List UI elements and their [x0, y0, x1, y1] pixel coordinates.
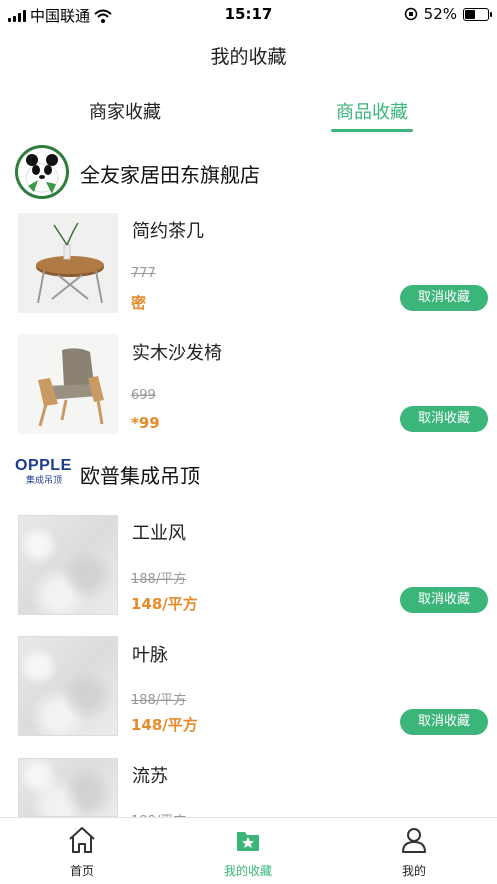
tab-product-favorites[interactable]: 商品收藏 — [302, 98, 442, 124]
tab-merchant-favorites[interactable]: 商家收藏 — [55, 98, 195, 124]
store-name[interactable]: 全友家居田东旗舰店 — [80, 159, 260, 188]
product-thumbnail[interactable] — [18, 515, 118, 615]
tabbar-home[interactable]: 首页 — [22, 826, 142, 879]
product-thumbnail[interactable] — [18, 758, 118, 817]
product-thumbnail[interactable] — [18, 334, 118, 434]
tabbar-favorites[interactable]: 我的收藏 — [188, 826, 308, 879]
home-icon — [69, 827, 95, 853]
battery-icon — [463, 7, 492, 21]
product-name[interactable]: 实木沙发椅 — [132, 339, 222, 365]
product-thumbnail[interactable] — [18, 213, 118, 313]
tabbar-profile-label: 我的 — [401, 864, 426, 878]
product-thumbnail[interactable] — [18, 636, 118, 736]
active-tab-indicator — [331, 129, 413, 132]
current-price: 148/平方 — [131, 595, 198, 613]
tabbar-home-label: 首页 — [69, 864, 94, 878]
store-name[interactable]: 欧普集成吊顶 — [80, 460, 200, 489]
original-price: 699 — [131, 388, 156, 403]
favorites-icon — [237, 832, 259, 851]
tabbar-favorites-label: 我的收藏 — [223, 864, 272, 878]
cancel-favorite-button[interactable]: 取消收藏 — [400, 709, 488, 735]
store-logo-panda[interactable] — [14, 144, 70, 200]
current-price: *99 — [131, 414, 160, 432]
original-price: 188/平方 — [131, 693, 187, 708]
cancel-favorite-button[interactable]: 取消收藏 — [400, 587, 488, 613]
product-name[interactable]: 流苏 — [132, 762, 168, 788]
product-name[interactable]: 叶脉 — [132, 641, 168, 667]
cancel-favorite-button[interactable]: 取消收藏 — [400, 285, 488, 311]
cancel-favorite-button[interactable]: 取消收藏 — [400, 406, 488, 432]
battery-percent: 52% — [423, 5, 457, 23]
product-name[interactable]: 简约茶几 — [132, 217, 204, 243]
original-price: 777 — [131, 266, 156, 281]
user-icon — [402, 828, 426, 853]
orientation-lock-icon — [404, 7, 417, 21]
status-bar: 中国联通 15:17 52% — [0, 0, 497, 30]
current-price: 密 — [131, 294, 147, 312]
current-price: 148/平方 — [131, 716, 198, 734]
tabbar-profile[interactable]: 我的 — [354, 826, 474, 879]
original-price: 188/平方 — [131, 572, 187, 587]
original-price: 188/平方 — [131, 810, 186, 817]
store-logo-opple[interactable]: OPPLE 集成吊顶 — [15, 457, 73, 487]
product-name[interactable]: 工业风 — [132, 519, 186, 545]
bottom-tab-bar: 首页 我的收藏 我的 — [0, 817, 497, 884]
page-title: 我的收藏 — [210, 46, 287, 68]
